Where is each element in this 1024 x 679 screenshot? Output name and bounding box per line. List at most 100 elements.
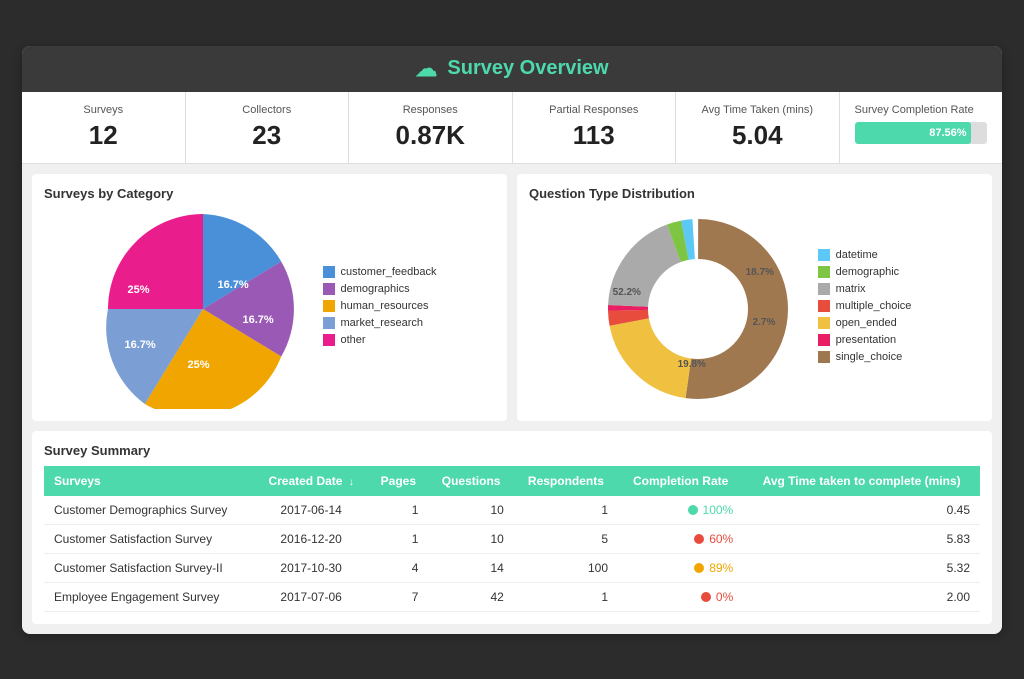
table-body: Customer Demographics Survey 2017-06-14 … [44, 496, 980, 612]
col-header-surveys[interactable]: Surveys [44, 466, 254, 496]
summary-table: Surveys Created Date ↓ Pages Questions R… [44, 466, 980, 612]
cell-date-0: 2017-06-14 [254, 496, 368, 525]
cell-questions-1: 10 [428, 524, 513, 553]
legend-label-cf: customer_feedback [341, 266, 437, 278]
dashboard: ☁ Survey Overview Surveys 12 Collectors … [22, 46, 1002, 634]
stat-value-avg-time: 5.04 [691, 120, 824, 151]
donut-label-oe: 19.8% [678, 359, 706, 370]
col-header-date[interactable]: Created Date ↓ [254, 466, 368, 496]
summary-title: Survey Summary [44, 443, 980, 458]
cell-questions-2: 14 [428, 553, 513, 582]
donut-svg-container: 52.2% 19.8% 18.7% 2.7% [598, 209, 798, 409]
cell-completion-2: 89% [618, 553, 743, 582]
donut-label-mc: 2.7% [753, 317, 776, 328]
stat-collectors: Collectors 23 [186, 92, 350, 163]
donut-label-sc: 52.2% [613, 287, 641, 298]
legend-label-hr: human_resources [341, 300, 429, 312]
completion-bar-bg: 87.56% [855, 122, 988, 144]
legend-item-demographic: demographic [818, 266, 912, 278]
cell-questions-0: 10 [428, 496, 513, 525]
completion-dot-3 [701, 592, 711, 602]
donut-chart-content: 52.2% 19.8% 18.7% 2.7% datetime demograp… [529, 209, 980, 409]
legend-color-sc [818, 351, 830, 363]
charts-row: Surveys by Category [22, 164, 1002, 431]
legend-item-matrix: matrix [818, 283, 912, 295]
completion-pct-3: 0% [716, 590, 733, 604]
table-row: Customer Demographics Survey 2017-06-14 … [44, 496, 980, 525]
completion-pct-0: 100% [703, 503, 734, 517]
legend-color-hr [323, 300, 335, 312]
col-header-pages[interactable]: Pages [368, 466, 428, 496]
stat-surveys: Surveys 12 [22, 92, 186, 163]
pie-legend: customer_feedback demographics human_res… [323, 266, 437, 351]
stat-partial: Partial Responses 113 [513, 92, 677, 163]
donut-label-mat: 18.7% [746, 267, 774, 278]
completion-dot-1 [694, 534, 704, 544]
completion-dot-0 [688, 505, 698, 515]
summary-section: Survey Summary Surveys Created Date ↓ Pa… [32, 431, 992, 624]
legend-color-other [323, 334, 335, 346]
donut-chart-panel: Question Type Distribution [517, 174, 992, 421]
cell-questions-3: 42 [428, 582, 513, 611]
cell-completion-3: 0% [618, 582, 743, 611]
pie-label-other: 25% [128, 284, 150, 296]
stat-value-responses: 0.87K [364, 120, 497, 151]
legend-label-matrix: matrix [836, 283, 866, 295]
legend-item-sc: single_choice [818, 351, 912, 363]
cell-avgtime-0: 0.45 [743, 496, 980, 525]
legend-label-mc: multiple_choice [836, 300, 912, 312]
cell-date-3: 2017-07-06 [254, 582, 368, 611]
stat-label-avg-time: Avg Time Taken (mins) [691, 104, 824, 116]
legend-label-demographic: demographic [836, 266, 900, 278]
pie-chart-svg-container: 16.7% 16.7% 25% 16.7% 25% [103, 209, 303, 409]
cell-name-0: Customer Demographics Survey [44, 496, 254, 525]
legend-label-sc: single_choice [836, 351, 903, 363]
col-header-respondents[interactable]: Respondents [514, 466, 618, 496]
cell-pages-2: 4 [368, 553, 428, 582]
cell-pages-3: 7 [368, 582, 428, 611]
pie-label-cf: 16.7% [218, 279, 249, 291]
table-row: Employee Engagement Survey 2017-07-06 7 … [44, 582, 980, 611]
col-header-avg-time[interactable]: Avg Time taken to complete (mins) [743, 466, 980, 496]
col-header-questions[interactable]: Questions [428, 466, 513, 496]
cell-name-3: Employee Engagement Survey [44, 582, 254, 611]
cell-respondents-3: 1 [514, 582, 618, 611]
legend-color-mc [818, 300, 830, 312]
cell-name-1: Customer Satisfaction Survey [44, 524, 254, 553]
pie-label-dem: 16.7% [243, 314, 274, 326]
stat-label-surveys: Surveys [37, 104, 170, 116]
legend-item-other: other [323, 334, 437, 346]
legend-item-datetime: datetime [818, 249, 912, 261]
completion-dot-2 [694, 563, 704, 573]
table-row: Customer Satisfaction Survey-II 2017-10-… [44, 553, 980, 582]
cell-pages-1: 1 [368, 524, 428, 553]
completion-pct-1: 60% [709, 532, 733, 546]
stat-label-completion: Survey Completion Rate [855, 104, 988, 116]
pie-chart-title: Surveys by Category [44, 186, 495, 201]
legend-color-demographic [818, 266, 830, 278]
cell-respondents-1: 5 [514, 524, 618, 553]
cloud-icon: ☁ [415, 56, 437, 82]
legend-label-pres: presentation [836, 334, 897, 346]
pie-chart-panel: Surveys by Category [32, 174, 507, 421]
legend-label-datetime: datetime [836, 249, 878, 261]
cell-respondents-2: 100 [514, 553, 618, 582]
cell-date-1: 2016-12-20 [254, 524, 368, 553]
legend-label-oe: open_ended [836, 317, 897, 329]
col-header-completion[interactable]: Completion Rate [618, 466, 743, 496]
table-row: Customer Satisfaction Survey 2016-12-20 … [44, 524, 980, 553]
legend-item-cf: customer_feedback [323, 266, 437, 278]
stat-avg-time: Avg Time Taken (mins) 5.04 [676, 92, 840, 163]
legend-color-mr [323, 317, 335, 329]
legend-item-mc: multiple_choice [818, 300, 912, 312]
stat-label-partial: Partial Responses [528, 104, 661, 116]
cell-avgtime-2: 5.32 [743, 553, 980, 582]
table-header-row: Surveys Created Date ↓ Pages Questions R… [44, 466, 980, 496]
legend-label-other: other [341, 334, 366, 346]
legend-item-oe: open_ended [818, 317, 912, 329]
pie-chart-content: 16.7% 16.7% 25% 16.7% 25% customer_feedb… [44, 209, 495, 409]
legend-item-dem: demographics [323, 283, 437, 295]
legend-color-dem [323, 283, 335, 295]
sort-arrow-date: ↓ [349, 477, 354, 488]
donut-chart-title: Question Type Distribution [529, 186, 980, 201]
